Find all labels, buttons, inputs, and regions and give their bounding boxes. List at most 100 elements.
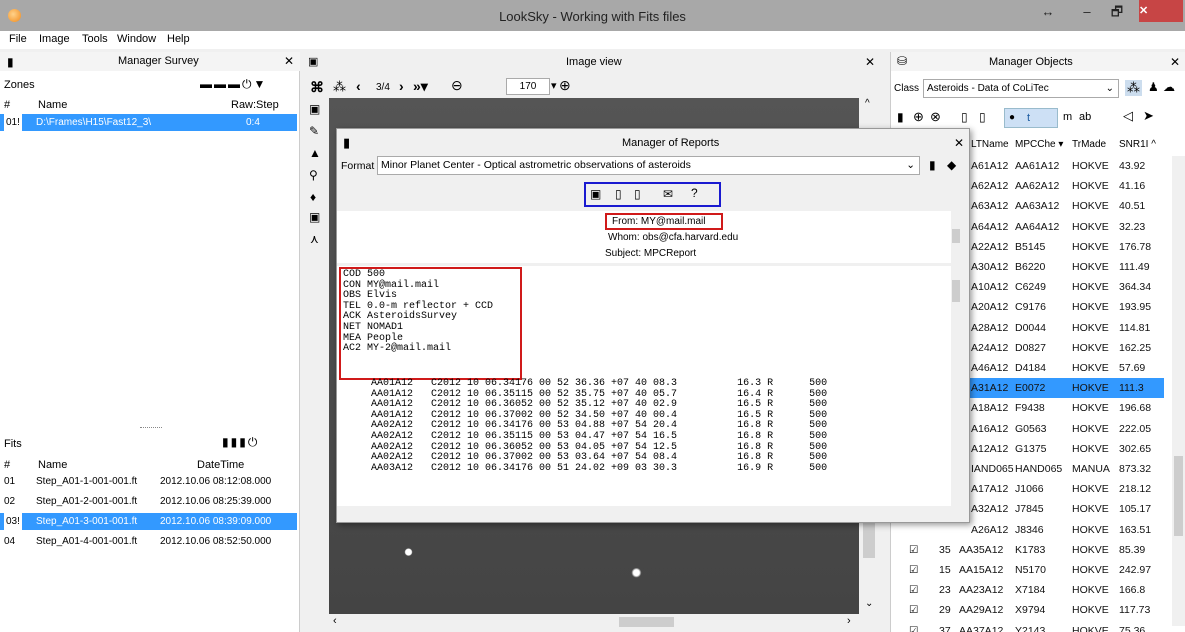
- format-select[interactable]: Minor Planet Center - Optical astrometri…: [377, 156, 920, 175]
- scroll-right-icon[interactable]: ›: [847, 615, 851, 627]
- remove-folder-icon[interactable]: ▬: [214, 77, 228, 91]
- minimize-button[interactable]: –: [1072, 0, 1102, 24]
- subject-field[interactable]: Subject: MPCReport: [605, 248, 696, 259]
- next-frame-icon[interactable]: ›: [399, 78, 404, 94]
- zoom-input[interactable]: 170: [506, 78, 550, 95]
- menu-window[interactable]: Window: [117, 33, 156, 45]
- object-row-checked[interactable]: ☑ 29 AA29A12 X9794 HOKVE 117.73: [891, 600, 1164, 620]
- object-checkbox[interactable]: ☑: [909, 621, 918, 632]
- fits-num: 03!: [4, 513, 22, 530]
- pin-icon[interactable]: ♦: [310, 190, 316, 204]
- clipboard-check-icon[interactable]: ▯: [979, 110, 986, 124]
- objects-vscrollbar[interactable]: [1172, 156, 1185, 626]
- close-window-button[interactable]: ✕: [1139, 0, 1183, 22]
- add-object-icon[interactable]: ⊕: [913, 109, 924, 125]
- mail-icon[interactable]: ✉: [663, 187, 673, 201]
- scroll-down-icon[interactable]: ⌄: [865, 598, 873, 609]
- prev-frame-icon[interactable]: ‹: [356, 78, 361, 94]
- clipboard-paste-icon[interactable]: ▯: [634, 187, 641, 201]
- add-folder-icon[interactable]: ▬: [200, 77, 214, 91]
- cloud-icon[interactable]: ☁: [1163, 80, 1175, 94]
- report-hscrollbar[interactable]: [337, 506, 961, 518]
- save-icon[interactable]: ▣: [309, 102, 320, 116]
- object-checkbox[interactable]: ☑: [909, 580, 918, 600]
- objects-icon[interactable]: ⁂: [333, 79, 346, 95]
- from-field[interactable]: From: MY@mail.mail: [605, 213, 723, 230]
- email-vscrollbar[interactable]: [951, 211, 961, 263]
- scroll-up-icon[interactable]: ^: [865, 98, 870, 109]
- remove-object-icon[interactable]: ⊗: [930, 109, 941, 125]
- zoom-in-icon[interactable]: ⊕: [559, 77, 571, 94]
- clipboard-copy-icon[interactable]: ▯: [615, 187, 622, 201]
- report-vscroll-thumb[interactable]: [952, 280, 960, 302]
- objects-vscroll-thumb[interactable]: [1174, 456, 1183, 536]
- add-file-icon[interactable]: ▮: [222, 435, 231, 449]
- col-mpcche[interactable]: MPCChe ▾: [1015, 139, 1063, 150]
- splitter-grip[interactable]: [140, 427, 162, 430]
- m-toggle[interactable]: m: [1063, 111, 1072, 123]
- object-row-checked[interactable]: ☑ 37 AA37A12 Y2143 HOKVE 75.36: [891, 621, 1164, 632]
- objects-close-button[interactable]: ✕: [1170, 55, 1180, 69]
- send-icon[interactable]: ➤: [1143, 108, 1154, 124]
- help-icon[interactable]: ?: [691, 186, 698, 200]
- image-vscroll-thumb[interactable]: [863, 518, 875, 558]
- clipboard-icon[interactable]: ▯: [961, 110, 968, 124]
- fits-power-icon[interactable]: ⏻: [248, 435, 260, 449]
- col-trmade[interactable]: TrMade: [1072, 139, 1106, 150]
- filter-icon[interactable]: ▼: [254, 77, 268, 91]
- scroll-left-icon[interactable]: ‹: [333, 615, 337, 627]
- eraser-icon[interactable]: ◆: [947, 158, 956, 172]
- last-frame-icon[interactable]: »▾: [413, 78, 428, 95]
- magnifier-icon[interactable]: ⚲: [309, 168, 318, 182]
- select-arrow-icon[interactable]: ◁: [1123, 108, 1133, 124]
- menu-image[interactable]: Image: [39, 33, 70, 45]
- object-checkbox[interactable]: ☑: [909, 560, 918, 580]
- image-hscroll-thumb[interactable]: [619, 617, 674, 627]
- copy-format-icon[interactable]: ▮: [929, 158, 936, 172]
- cluster-icon[interactable]: ⁂: [1125, 80, 1142, 96]
- menu-help[interactable]: Help: [167, 33, 190, 45]
- fit-view-icon[interactable]: ⌘: [310, 79, 324, 96]
- col-ltname[interactable]: LTName: [971, 139, 1009, 150]
- fits-row[interactable]: 01 Step_A01-1-001-001.ft 2012.10.06 08:1…: [0, 473, 297, 490]
- email-vscroll-thumb[interactable]: [952, 229, 960, 243]
- fits-row[interactable]: 04 Step_A01-4-001-001.ft 2012.10.06 08:5…: [0, 533, 297, 550]
- object-row-checked[interactable]: ☑ 23 AA23A12 X7184 HOKVE 166.8: [891, 580, 1164, 600]
- bell-icon[interactable]: ♟: [1148, 80, 1159, 94]
- object-row-checked[interactable]: ☑ 35 AA35A12 K1783 HOKVE 85.39: [891, 540, 1164, 560]
- report-vscrollbar[interactable]: [951, 266, 961, 506]
- report-text-area[interactable]: COD 500 CON MY@mail.mail OBS Elvis TEL 0.0-…: [337, 266, 961, 506]
- image-hscrollbar[interactable]: ‹ ›: [329, 614, 859, 630]
- zoom-dropdown-icon[interactable]: ▾: [551, 79, 557, 92]
- pencil-icon[interactable]: ✎: [309, 124, 319, 138]
- survey-close-button[interactable]: ✕: [284, 54, 294, 68]
- open-folder-icon[interactable]: ▬: [228, 77, 242, 91]
- menu-file[interactable]: File: [9, 33, 27, 45]
- zoom-out-icon[interactable]: ⊖: [451, 77, 463, 94]
- maximize-button[interactable]: 🗗: [1102, 0, 1132, 24]
- image-view-close-button[interactable]: ✕: [865, 55, 875, 69]
- file-icon[interactable]: ▮: [239, 435, 248, 449]
- fits-row-selected[interactable]: 03! Step_A01-3-001-001.ft 2012.10.06 08:…: [0, 513, 297, 530]
- zone-row[interactable]: 01! D:\Frames\H15\Fast12_3\ 0:4: [0, 114, 297, 131]
- menu-tools[interactable]: Tools: [82, 33, 108, 45]
- object-checkbox[interactable]: ☑: [909, 540, 918, 560]
- object-row-checked[interactable]: ☑ 15 AA15A12 N5170 HOKVE 242.97: [891, 560, 1164, 580]
- t-toggle[interactable]: ● t: [1004, 108, 1058, 128]
- triangle-icon[interactable]: ▲: [309, 146, 321, 160]
- fits-row[interactable]: 02 Step_A01-2-001-001.ft 2012.10.06 08:2…: [0, 493, 297, 510]
- frame-icon[interactable]: ▣: [309, 210, 320, 224]
- power-icon[interactable]: ⏻: [242, 77, 254, 91]
- object-checkbox[interactable]: ☑: [909, 600, 918, 620]
- remove-file-icon[interactable]: ▮: [231, 435, 240, 449]
- ab-toggle[interactable]: ab: [1079, 111, 1091, 123]
- restore-icon[interactable]: ↔: [1033, 0, 1063, 24]
- col-snr[interactable]: SNR1I ^: [1119, 139, 1156, 150]
- class-select[interactable]: Asteroids - Data of CoLiTec ⌄: [923, 79, 1119, 98]
- save-objects-icon[interactable]: ▮: [897, 110, 904, 124]
- whom-field[interactable]: Whom: obs@cfa.harvard.edu: [608, 232, 738, 243]
- compass-icon[interactable]: ⋏: [310, 232, 319, 246]
- reports-close-button[interactable]: ✕: [954, 136, 964, 150]
- save-report-icon[interactable]: ▣: [590, 187, 601, 201]
- object-snr: 57.69: [1119, 362, 1146, 374]
